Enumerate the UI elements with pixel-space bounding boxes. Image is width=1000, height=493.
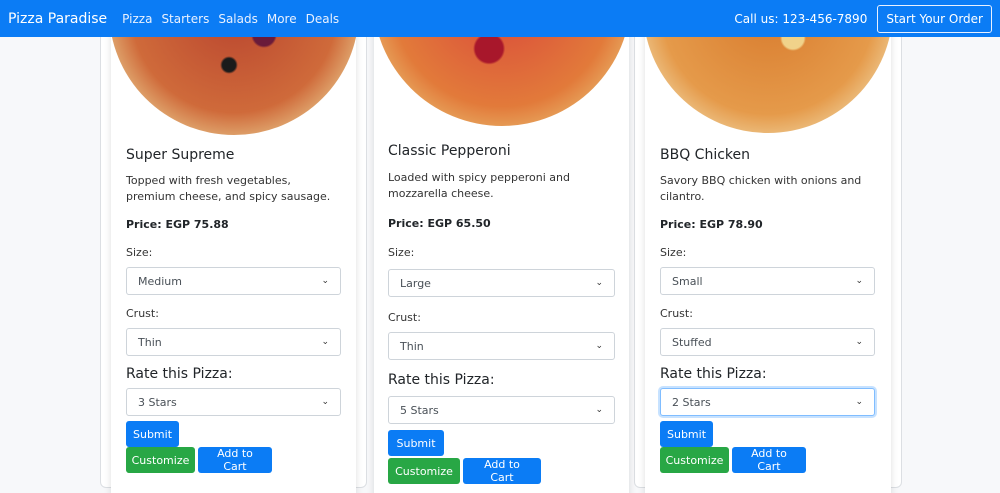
pizza-title: Super Supreme: [126, 147, 235, 163]
pizza-title: Classic Pepperoni: [388, 143, 511, 159]
chevron-down-icon: ⌄: [595, 341, 603, 351]
size-select-value: Large: [400, 276, 431, 290]
start-order-button[interactable]: Start Your Order: [877, 4, 992, 33]
add-to-cart-button[interactable]: Add to Cart: [463, 458, 541, 484]
crust-select-value: Thin: [138, 335, 162, 349]
nav-link-more[interactable]: More: [267, 12, 297, 26]
chevron-down-icon: ⌄: [321, 276, 329, 286]
rating-select[interactable]: 5 Stars ⌄: [388, 396, 615, 424]
chevron-down-icon: ⌄: [595, 405, 603, 415]
nav-link-starters[interactable]: Starters: [161, 12, 209, 26]
crust-select-value: Stuffed: [672, 335, 712, 349]
size-select[interactable]: Small ⌄: [660, 267, 875, 295]
chevron-down-icon: ⌄: [321, 397, 329, 407]
size-label: Size:: [660, 246, 687, 259]
size-label: Size:: [126, 246, 153, 259]
pizza-description: Topped with fresh vegetables, premium ch…: [126, 174, 331, 203]
nav-link-deals[interactable]: Deals: [306, 12, 340, 26]
size-label: Size:: [388, 246, 415, 259]
rating-select-value: 2 Stars: [672, 395, 711, 409]
chevron-down-icon: ⌄: [595, 278, 603, 288]
size-select[interactable]: Medium ⌄: [126, 267, 341, 295]
call-us-text: Call us: 123-456-7890: [734, 11, 868, 26]
nav-links: Pizza Starters Salads More Deals: [122, 12, 339, 26]
crust-label: Crust:: [126, 307, 159, 320]
pizza-card-classic-pepperoni: Classic Pepperoni Loaded with spicy pepp…: [374, 8, 629, 493]
chevron-down-icon: ⌄: [855, 337, 863, 347]
navbar: Pizza Paradise Pizza Starters Salads Mor…: [0, 0, 1000, 37]
nav-link-salads[interactable]: Salads: [218, 12, 258, 26]
pizza-description: Loaded with spicy pepperoni and mozzarel…: [388, 171, 571, 200]
crust-label: Crust:: [660, 307, 693, 320]
pizza-description: Savory BBQ chicken with onions and cilan…: [660, 174, 862, 203]
rate-label: Rate this Pizza:: [126, 366, 233, 382]
crust-select[interactable]: Stuffed ⌄: [660, 328, 875, 356]
rate-label: Rate this Pizza:: [660, 366, 767, 382]
pizza-price: Price: EGP 75.88: [126, 218, 229, 231]
pizza-title: BBQ Chicken: [660, 147, 751, 163]
nav-link-pizza[interactable]: Pizza: [122, 12, 152, 26]
add-to-cart-button[interactable]: Add to Cart: [732, 447, 806, 473]
crust-label: Crust:: [388, 311, 421, 324]
add-to-cart-button[interactable]: Add to Cart: [198, 447, 272, 473]
pizza-card-super-supreme: Super Supreme Topped with fresh vegetabl…: [111, 10, 356, 493]
size-select-value: Small: [672, 274, 703, 288]
submit-rating-button[interactable]: Submit: [126, 421, 179, 447]
pizza-price: Price: EGP 78.90: [660, 218, 763, 231]
submit-rating-button[interactable]: Submit: [660, 421, 713, 447]
brand[interactable]: Pizza Paradise: [8, 11, 107, 27]
chevron-down-icon: ⌄: [855, 276, 863, 286]
customize-button[interactable]: Customize: [126, 447, 195, 473]
pizza-card-bbq-chicken: BBQ Chicken Savory BBQ chicken with onio…: [645, 10, 891, 493]
customize-button[interactable]: Customize: [660, 447, 729, 473]
rate-label: Rate this Pizza:: [388, 372, 495, 388]
pizza-price: Price: EGP 65.50: [388, 217, 491, 230]
rating-select-value: 5 Stars: [400, 403, 439, 417]
size-select-value: Medium: [138, 274, 182, 288]
crust-select[interactable]: Thin ⌄: [388, 332, 615, 360]
nav-right: Call us: 123-456-7890 Start Your Order: [734, 4, 992, 33]
chevron-down-icon: ⌄: [855, 397, 863, 407]
crust-select-value: Thin: [400, 339, 424, 353]
customize-button[interactable]: Customize: [388, 458, 460, 484]
rating-select[interactable]: 2 Stars ⌄: [660, 388, 875, 416]
rating-select-value: 3 Stars: [138, 395, 177, 409]
submit-rating-button[interactable]: Submit: [388, 430, 444, 456]
rating-select[interactable]: 3 Stars ⌄: [126, 388, 341, 416]
size-select[interactable]: Large ⌄: [388, 269, 615, 297]
crust-select[interactable]: Thin ⌄: [126, 328, 341, 356]
chevron-down-icon: ⌄: [321, 337, 329, 347]
